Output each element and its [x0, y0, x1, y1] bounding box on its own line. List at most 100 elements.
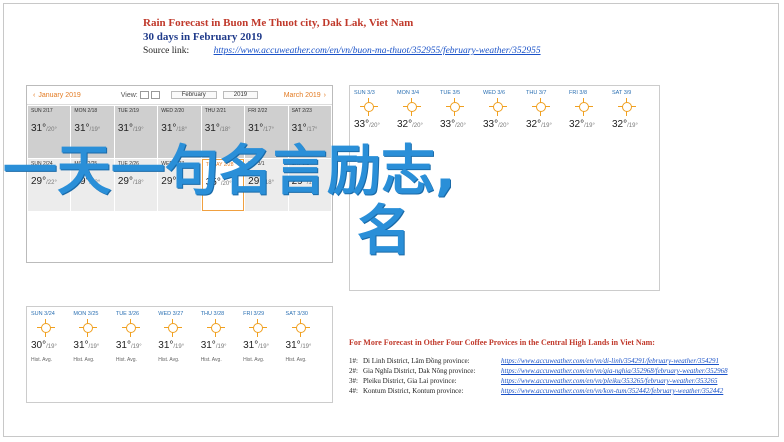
- day-temp: 31°/18°: [161, 123, 197, 134]
- province-link[interactable]: https://www.accuweather.com/en/vn/gia-ng…: [501, 367, 728, 375]
- year-select[interactable]: 2019: [222, 91, 259, 99]
- list-view-icon[interactable]: [150, 91, 160, 99]
- temp: 32°/20°: [397, 119, 440, 130]
- hi: 30°: [31, 340, 47, 351]
- sun-icon: [79, 319, 98, 337]
- view-label: View:: [120, 91, 138, 99]
- hi: 33°: [440, 119, 456, 130]
- temp: 33°/20°: [440, 119, 483, 130]
- lo: /19°: [300, 344, 312, 350]
- province-row: 4#: Kontum District, Kontum province: http…: [349, 387, 769, 395]
- hi: 32°: [397, 119, 413, 130]
- lo: /19°: [541, 123, 552, 129]
- day-label: WED 3/6: [483, 90, 506, 96]
- lo: /19°: [215, 344, 227, 350]
- hi: 31°: [117, 123, 133, 134]
- day-label: FRI 2/22: [248, 108, 268, 114]
- hi: 32°: [612, 119, 628, 130]
- lo: /17°: [306, 127, 318, 133]
- lo: /19°: [258, 344, 269, 350]
- forecast-day[interactable]: FRI 3/29 31°/19° Hist. Avg.: [243, 311, 285, 398]
- day-label: SAT 3/9: [612, 90, 632, 96]
- temp: 31°/19°: [201, 340, 243, 351]
- temp: 33°/20°: [483, 119, 526, 130]
- source-line: Source link: https://www.accuweather.com…: [143, 46, 743, 56]
- lo: /19°: [584, 123, 595, 129]
- grid-view-icon[interactable]: [139, 91, 149, 99]
- condition: Hist. Avg.: [115, 357, 137, 363]
- sun-icon: [164, 319, 183, 337]
- day-label: THU 2/21: [204, 108, 227, 114]
- lo: /19°: [46, 344, 57, 350]
- day-label: SUN 2/17: [31, 108, 53, 114]
- province-name: Di Linh District, Lâm Đồng province:: [363, 357, 470, 365]
- province-link[interactable]: https://www.accuweather.com/en/vn/kon-tu…: [501, 387, 723, 395]
- day-label: WED 2/20: [161, 108, 185, 114]
- temp: 33°/20°: [354, 119, 397, 130]
- lo: /19°: [89, 127, 101, 133]
- day-label: MON 3/25: [73, 311, 99, 317]
- forecast-day[interactable]: SAT 3/30 31°/19° Hist. Avg.: [286, 311, 328, 398]
- day-label: SAT 3/30: [285, 311, 308, 317]
- condition: Hist. Avg.: [200, 357, 222, 363]
- province-link[interactable]: https://www.accuweather.com/en/vn/pleiku…: [501, 377, 717, 385]
- forecast-day[interactable]: FRI 3/8 32°/19°: [569, 90, 612, 286]
- row-number: 2#:: [349, 367, 358, 375]
- page-header: Rain Forecast in Buon Me Thuot city, Dak…: [143, 17, 743, 56]
- next-month-link[interactable]: March 2019: [284, 92, 321, 99]
- forecast-day[interactable]: THU 3/7 32°/19°: [526, 90, 569, 286]
- hi: 31°: [115, 340, 131, 351]
- forecast-day[interactable]: MON 3/25 31°/19° Hist. Avg.: [73, 311, 115, 398]
- prev-month-link[interactable]: January 2019: [38, 92, 80, 99]
- overlay-line-1: 一天一句名言励志,: [3, 139, 456, 202]
- temp: 31°/19°: [286, 340, 328, 351]
- more-forecast-section: For More Forecast in Other Four Coffee P…: [349, 338, 769, 395]
- province-link[interactable]: https://www.accuweather.com/en/vn/di-lin…: [501, 357, 719, 365]
- page-subtitle: 30 days in February 2019: [143, 31, 263, 43]
- day-temp: 31°/17°: [248, 123, 284, 134]
- condition: Hist. Avg.: [31, 357, 53, 363]
- temp: 30°/19°: [31, 340, 73, 351]
- chevron-right-icon[interactable]: ›: [324, 92, 326, 99]
- hi: 31°: [204, 123, 220, 134]
- day-label: SUN 3/3: [354, 90, 375, 96]
- forecast-day[interactable]: SUN 3/24 30°/19° Hist. Avg.: [31, 311, 73, 398]
- sun-icon: [206, 319, 225, 337]
- sun-icon: [618, 98, 636, 116]
- day-label: FRI 3/8: [569, 90, 588, 96]
- day-label: TUE 3/26: [115, 311, 140, 317]
- forecast-day[interactable]: WED 3/27 31°/19° Hist. Avg.: [158, 311, 200, 398]
- sun-icon: [446, 98, 464, 116]
- sun-icon: [489, 98, 507, 116]
- temp: 32°/19°: [526, 119, 569, 130]
- hi: 32°: [569, 119, 585, 130]
- day-label: FRI 3/29: [243, 311, 265, 317]
- day-label: THU 3/7: [526, 90, 547, 96]
- lo: /19°: [88, 344, 100, 350]
- sun-icon: [37, 319, 55, 337]
- month-select[interactable]: February: [170, 91, 217, 99]
- hi: 31°: [161, 123, 177, 134]
- forecast-day[interactable]: WED 3/6 33°/20°: [483, 90, 526, 286]
- forecast-day[interactable]: THU 3/28 31°/19° Hist. Avg.: [201, 311, 243, 398]
- day-temp: 31°/20°: [31, 123, 67, 134]
- forecast-day[interactable]: TUE 3/26 31°/19° Hist. Avg.: [116, 311, 158, 398]
- chevron-left-icon[interactable]: ‹: [33, 92, 35, 99]
- temp: 32°/19°: [612, 119, 655, 130]
- source-link[interactable]: https://www.accuweather.com/en/vn/buon-m…: [214, 46, 541, 56]
- day-label: MON 2/18: [74, 108, 98, 114]
- forecast-day[interactable]: SAT 3/9 32°/19°: [612, 90, 655, 286]
- condition: Hist. Avg.: [243, 357, 265, 363]
- lo: /19°: [130, 344, 142, 350]
- lo: /20°: [498, 123, 509, 129]
- condition: Hist. Avg.: [158, 357, 180, 363]
- lo: /20°: [46, 127, 57, 133]
- hi: 31°: [158, 340, 174, 351]
- lo: /20°: [369, 123, 380, 129]
- hi: 33°: [483, 119, 499, 130]
- hi: 31°: [243, 340, 259, 351]
- overlay-line-2: 名: [357, 199, 411, 262]
- forecast-panel-bottom: SUN 3/24 30°/19° Hist. Avg. MON 3/25 31°/19…: [26, 306, 333, 403]
- calendar-toolbar: ‹ January 2019 View: February 2019 March…: [27, 86, 332, 105]
- page-title: Rain Forecast in Buon Me Thuot city, Dak…: [143, 17, 414, 29]
